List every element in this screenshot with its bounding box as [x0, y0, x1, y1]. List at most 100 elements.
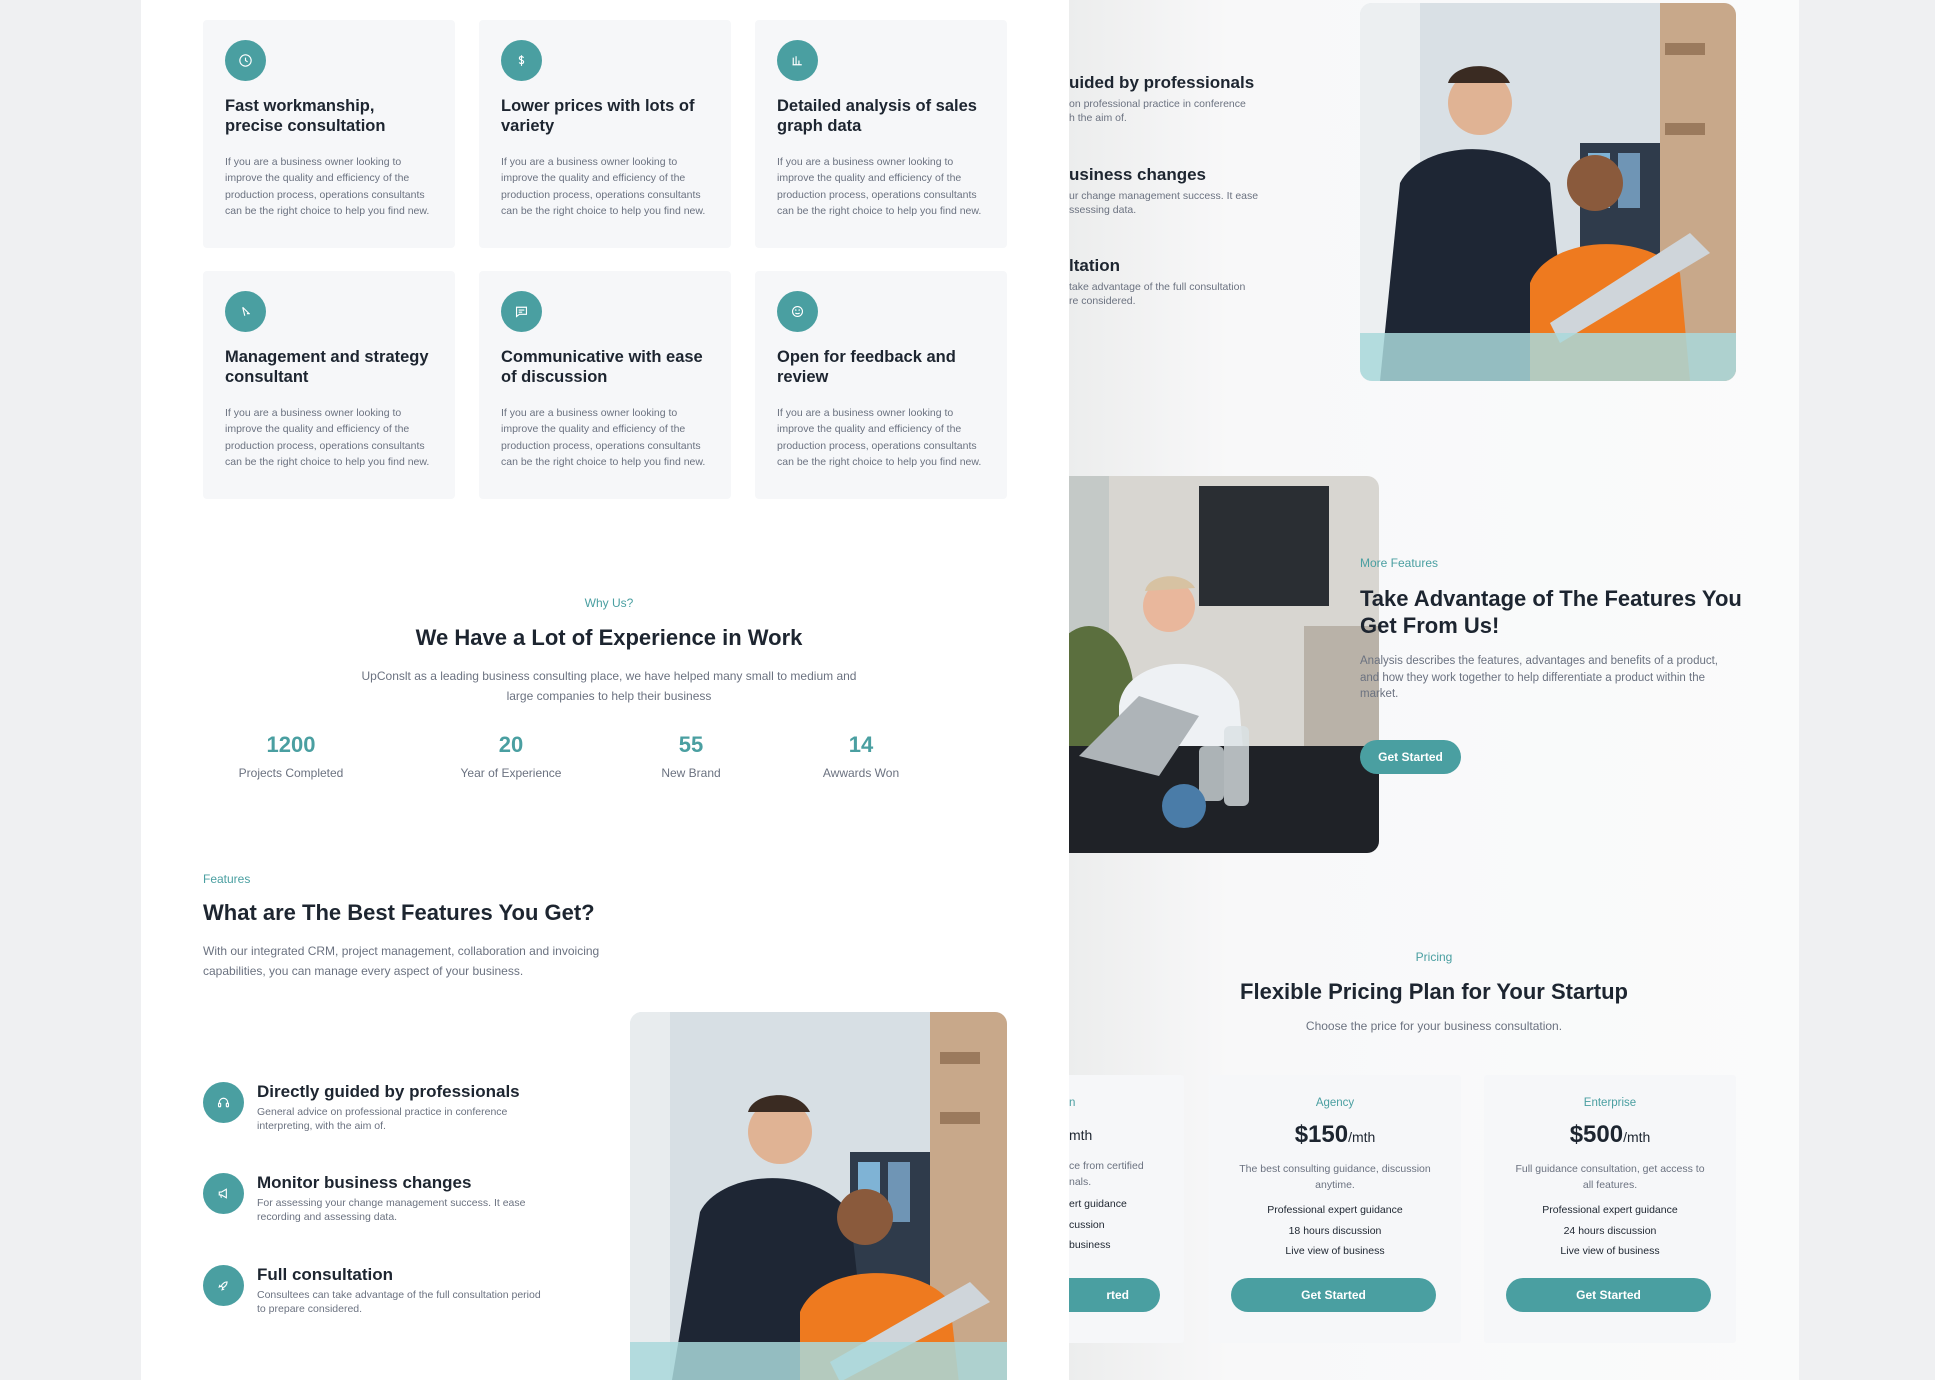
- plan-desc: Full guidance consultation, get access t…: [1515, 1163, 1705, 1191]
- feature-desc: For assessing your change management suc…: [257, 1197, 526, 1223]
- plan-price-value: $150: [1294, 1121, 1349, 1148]
- feature-title: Monitor business changes: [257, 1173, 472, 1192]
- stat-item: 55 New Brand: [611, 732, 771, 780]
- pricing-subtitle: Choose the price for your business consu…: [1305, 1019, 1563, 1033]
- consultant-laptop-photo: [1069, 476, 1379, 853]
- service-title: Fast workmanship, precise consultation: [225, 97, 386, 135]
- pricing-card-cropped: n mth ce from certified nals. ert guidan…: [1069, 1075, 1184, 1343]
- service-card: Open for feedback and review If you are …: [755, 271, 1007, 499]
- more-features-title: Take Advantage of The Features You Get F…: [1360, 586, 1742, 638]
- service-desc: If you are a business owner looking to i…: [501, 156, 706, 217]
- plan-feature: Professional expert guidance: [1542, 1204, 1678, 1216]
- plan-desc-line: ce from certified: [1069, 1160, 1144, 1172]
- plan-name: n: [1069, 1097, 1076, 1109]
- headset-icon: [203, 1082, 244, 1123]
- plan-feature: Professional expert guidance: [1267, 1204, 1403, 1216]
- service-title: Detailed analysis of sales graph data: [777, 97, 977, 135]
- pricing-card-enterprise: Enterprise $500/mth Full guidance consul…: [1484, 1075, 1736, 1343]
- plan-desc: ce from certified nals.: [1069, 1158, 1144, 1190]
- plan-desc: The best consulting guidance, discussion…: [1239, 1163, 1431, 1191]
- service-card: Lower prices with lots of variety If you…: [479, 20, 731, 248]
- bar-chart-icon: [777, 40, 818, 81]
- pricing-eyebrow: Pricing: [1415, 950, 1453, 964]
- cropped-feature-title: uided by professionals: [1069, 73, 1255, 92]
- rocket-icon: [203, 1265, 244, 1306]
- stat-value: 14: [848, 732, 874, 757]
- plan-price: $150/mth: [1209, 1121, 1461, 1149]
- plan-price-value: $500: [1569, 1121, 1624, 1148]
- feature-title: Full consultation: [257, 1265, 393, 1284]
- feature-desc: General advice on professional practice …: [257, 1106, 508, 1132]
- stat-label: Projects Completed: [238, 766, 344, 780]
- right-page-panel: uided by professionals on professional p…: [1069, 0, 1799, 1380]
- feature-desc: Consultees can take advantage of the ful…: [257, 1289, 541, 1315]
- stat-item: 20 Year of Experience: [411, 732, 611, 780]
- chat-icon: [501, 291, 542, 332]
- service-card: Detailed analysis of sales graph data If…: [755, 20, 1007, 248]
- cropped-feature-item: usiness changes ur change management suc…: [1069, 165, 1258, 217]
- service-card: Communicative with ease of discussion If…: [479, 271, 731, 499]
- left-page-panel: Fast workmanship, precise consultation I…: [141, 0, 1069, 1380]
- plan-get-started-button[interactable]: Get Started: [1506, 1278, 1711, 1312]
- plan-features: ert guidance cussion business: [1069, 1194, 1127, 1256]
- plan-feature: 24 hours discussion: [1563, 1224, 1657, 1237]
- dollar-icon: [501, 40, 542, 81]
- why-eyebrow: Why Us?: [584, 596, 634, 610]
- smile-icon: [777, 291, 818, 332]
- service-desc: If you are a business owner looking to i…: [225, 407, 430, 468]
- plan-feature: Live view of business: [1560, 1245, 1660, 1257]
- why-subtitle: UpConslt as a leading business consultin…: [361, 669, 857, 703]
- plan-get-started-button[interactable]: Get Started: [1231, 1278, 1436, 1312]
- feature-item: Full consultation Consultees can take adv…: [203, 1265, 583, 1316]
- cropped-feature-title: usiness changes: [1069, 165, 1207, 184]
- cropped-feature-item: uided by professionals on professional p…: [1069, 73, 1254, 125]
- megaphone-icon: [203, 1173, 244, 1214]
- plan-period: /mth: [1348, 1129, 1376, 1145]
- get-started-button[interactable]: Get Started: [1360, 740, 1461, 774]
- stat-value: 1200: [266, 732, 316, 757]
- stat-item: 14 Awwards Won: [771, 732, 951, 780]
- cropped-feature-desc: take advantage of the full consultation: [1069, 281, 1246, 293]
- service-card: Management and strategy consultant If yo…: [203, 271, 455, 499]
- why-title: We Have a Lot of Experience in Work: [415, 625, 803, 650]
- service-desc: If you are a business owner looking to i…: [777, 407, 982, 468]
- more-features-eyebrow: More Features: [1360, 556, 1439, 570]
- plan-price: mth: [1069, 1127, 1093, 1143]
- stat-item: 1200 Projects Completed: [171, 732, 411, 780]
- features-eyebrow: Features: [203, 872, 251, 886]
- service-desc: If you are a business owner looking to i…: [501, 407, 706, 468]
- stat-value: 55: [678, 732, 704, 757]
- plan-feature: business: [1069, 1239, 1111, 1251]
- service-title: Management and strategy consultant: [225, 348, 429, 386]
- pricing-card-agency: Agency $150/mth The best consulting guid…: [1209, 1075, 1461, 1343]
- stat-label: Awwards Won: [822, 766, 900, 780]
- clock-icon: [225, 40, 266, 81]
- stat-value: 20: [498, 732, 524, 757]
- stat-label: New Brand: [661, 766, 721, 780]
- pricing-title: Flexible Pricing Plan for Your Startup: [1240, 979, 1628, 1004]
- features-title: What are The Best Features You Get?: [203, 900, 595, 925]
- cropped-feature-item: ltation take advantage of the full consu…: [1069, 256, 1245, 308]
- plan-price: $500/mth: [1484, 1121, 1736, 1149]
- cropped-feature-title: ltation: [1069, 256, 1120, 275]
- cropped-feature-desc: ur change management success. It ease: [1069, 190, 1259, 202]
- cropped-feature-desc: ssessing data.: [1069, 203, 1137, 216]
- service-title: Communicative with ease of discussion: [501, 348, 703, 386]
- plan-feature: ert guidance: [1069, 1198, 1127, 1210]
- plan-feature: Live view of business: [1285, 1245, 1385, 1257]
- cropped-feature-desc: on professional practice in conference: [1069, 98, 1246, 110]
- cropped-feature-desc: re considered.: [1069, 294, 1136, 307]
- service-desc: If you are a business owner looking to i…: [225, 156, 430, 217]
- plan-name: Agency: [1315, 1097, 1355, 1109]
- plan-get-started-button[interactable]: rted: [1069, 1278, 1160, 1312]
- feature-item: Directly guided by professionals General …: [203, 1082, 583, 1133]
- cropped-feature-desc: h the aim of.: [1069, 111, 1127, 124]
- features-subtitle: With our integrated CRM, project managem…: [203, 944, 600, 978]
- plan-features: Professional expert guidance 24 hours di…: [1484, 1200, 1736, 1262]
- plan-name: Enterprise: [1583, 1097, 1637, 1109]
- plan-feature: 18 hours discussion: [1288, 1224, 1382, 1237]
- stat-label: Year of Experience: [460, 766, 562, 780]
- consultation-photo: [630, 1012, 1007, 1380]
- feature-item: Monitor business changes For assessing yo…: [203, 1173, 583, 1224]
- feature-title: Directly guided by professionals: [257, 1082, 520, 1101]
